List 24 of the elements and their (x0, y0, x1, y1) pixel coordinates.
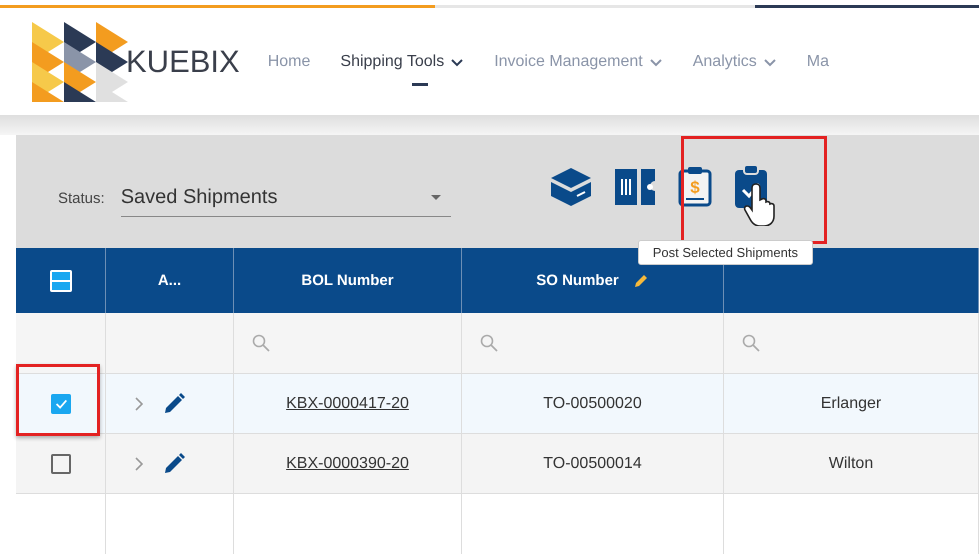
status-dropdown[interactable]: Saved Shipments (120, 186, 451, 217)
logo-text: KUEBIX (126, 44, 240, 80)
table-cell: TO-00500020 (543, 394, 642, 412)
column-header[interactable]: A... (158, 272, 182, 289)
table-cell: TO-00500014 (543, 454, 642, 472)
bol-link[interactable]: KBX-0000390-20 (286, 454, 409, 472)
expand-chevron-icon[interactable] (134, 396, 144, 412)
column-header[interactable]: SO Number (536, 272, 619, 289)
ticket-icon[interactable] (612, 166, 657, 206)
select-all-checkbox[interactable] (50, 270, 72, 292)
tooltip: Post Selected Shipments (638, 240, 813, 264)
row-checkbox[interactable] (50, 394, 70, 414)
dropdown-arrow-icon (430, 195, 441, 200)
bol-link[interactable]: KBX-0000417-20 (286, 394, 409, 412)
edit-pencil-icon[interactable] (162, 452, 186, 476)
column-header[interactable]: BOL Number (301, 272, 394, 289)
hand-cursor-icon (742, 182, 778, 226)
table-cell: Wilton (828, 454, 874, 472)
edit-pencil-icon[interactable] (162, 392, 186, 416)
package-icon[interactable] (548, 166, 593, 208)
status-label: Status: (58, 190, 105, 209)
row-checkbox[interactable] (50, 454, 70, 474)
table-cell: Erlanger (820, 394, 882, 412)
expand-chevron-icon[interactable] (134, 456, 144, 472)
